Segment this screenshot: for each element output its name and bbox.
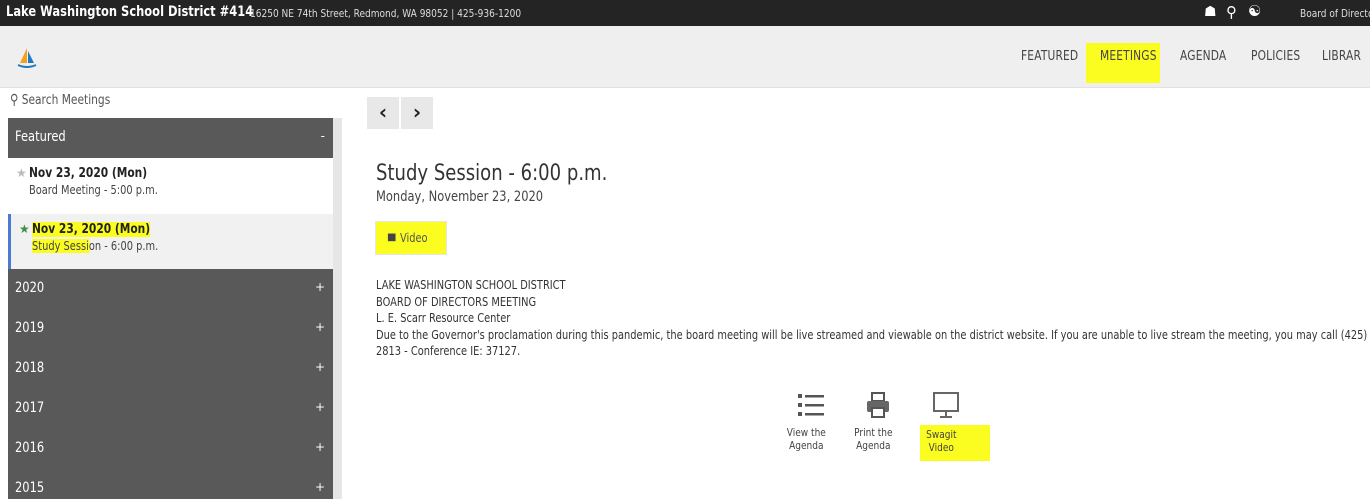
nav-meetings[interactable]: MEETINGS	[1100, 49, 1157, 64]
meeting-date: Nov 23, 2020 (Mon)	[29, 166, 148, 181]
expand-icon: +	[314, 280, 325, 294]
meeting-title: Board Meeting - 5:00 p.m.	[29, 183, 158, 197]
star-icon[interactable]: ★	[19, 222, 30, 236]
nav-featured[interactable]: FEATURED	[1021, 49, 1078, 64]
monitor-icon	[933, 392, 959, 418]
tool-label: Video	[928, 441, 954, 454]
description-line: BOARD OF DIRECTORS MEETING	[376, 295, 537, 309]
year-label: 2015	[15, 480, 45, 496]
description-line: L. E. Scarr Resource Center	[376, 311, 511, 325]
search-meetings[interactable]: ⚲ Search Meetings	[10, 92, 110, 108]
year-group-2016[interactable]: 2016 +	[8, 429, 333, 469]
year-label: 2019	[15, 320, 45, 336]
expand-icon: +	[314, 480, 325, 494]
meeting-title-heading: Study Session - 6:00 p.m.	[376, 161, 608, 186]
meeting-list-item-active[interactable]: ★ Nov 23, 2020 (Mon) Study Session - 6:0…	[8, 214, 333, 270]
year-group-2015[interactable]: 2015 +	[8, 469, 333, 499]
nav-library[interactable]: LIBRAR	[1322, 49, 1361, 64]
collapse-icon: -	[320, 129, 325, 143]
swagit-video-button[interactable]: Swagit Video	[920, 392, 972, 454]
home-icon[interactable]: ☗	[1204, 4, 1217, 20]
video-camera-icon: ■	[387, 232, 397, 243]
tool-label: Agenda	[856, 439, 891, 452]
printer-icon	[867, 392, 889, 418]
description-line: 2813 - Conference IE: 37127.	[376, 344, 521, 358]
next-meeting-button[interactable]: ›	[401, 97, 433, 129]
description-line: Due to the Governor's proclamation durin…	[376, 328, 1370, 342]
expand-icon: +	[314, 440, 325, 454]
sidebar-scrollbar[interactable]	[333, 118, 342, 499]
video-button[interactable]: ■ Video	[375, 221, 447, 255]
tool-label: Swagit	[926, 428, 957, 441]
sailboat-logo-icon[interactable]	[17, 47, 37, 69]
meeting-list-item[interactable]: ★ Nov 23, 2020 (Mon) Board Meeting - 5:0…	[8, 158, 333, 214]
year-group-2019[interactable]: 2019 +	[8, 309, 333, 349]
search-icon: ⚲	[10, 92, 19, 108]
main-navigation: FEATURED MEETINGS AGENDA POLICIES LIBRAR	[0, 26, 1370, 88]
district-name[interactable]: Lake Washington School District #414	[6, 4, 253, 20]
list-icon	[798, 394, 824, 416]
meeting-title: Study Session - 6:00 p.m.	[32, 239, 159, 253]
star-icon[interactable]: ★	[16, 166, 27, 180]
print-agenda-button[interactable]: Print the Agenda	[852, 392, 904, 452]
search-meetings-placeholder: Search Meetings	[21, 93, 111, 108]
year-label: 2018	[15, 360, 45, 376]
year-label: 2020	[15, 280, 45, 296]
meetings-sidebar: ⚲ Search Meetings Featured - ★ Nov 23, 20…	[0, 88, 342, 499]
expand-icon: +	[314, 400, 325, 414]
description-line: LAKE WASHINGTON SCHOOL DISTRICT	[376, 278, 566, 292]
previous-meeting-button[interactable]: ‹	[367, 97, 399, 129]
year-group-2017[interactable]: 2017 +	[8, 389, 333, 429]
meeting-date-subtitle: Monday, November 23, 2020	[376, 189, 544, 205]
year-label: 2016	[15, 440, 45, 456]
year-group-2018[interactable]: 2018 +	[8, 349, 333, 389]
search-icon[interactable]: ⚲	[1226, 3, 1237, 21]
video-label: Video	[400, 231, 428, 245]
year-label: 2017	[15, 400, 45, 416]
tool-label: Print the	[854, 426, 893, 439]
expand-icon: +	[314, 320, 325, 334]
nav-policies[interactable]: POLICIES	[1251, 49, 1300, 64]
nav-agenda[interactable]: AGENDA	[1180, 49, 1226, 64]
user-icon[interactable]: ☯	[1248, 2, 1261, 20]
view-agenda-button[interactable]: View the Agenda	[785, 392, 837, 452]
featured-group-header[interactable]: Featured -	[8, 118, 333, 158]
expand-icon: +	[314, 360, 325, 374]
meeting-date: Nov 23, 2020 (Mon)	[32, 222, 151, 237]
user-menu[interactable]: Board of Directo	[1300, 7, 1370, 20]
year-group-2020[interactable]: 2020 +	[8, 269, 333, 309]
top-bar: Lake Washington School District #414 162…	[0, 0, 1370, 26]
tool-label: View the	[786, 426, 826, 439]
featured-label: Featured	[15, 129, 66, 145]
tool-label: Agenda	[789, 439, 824, 452]
district-address: 16250 NE 74th Street, Redmond, WA 98052 …	[250, 7, 522, 20]
